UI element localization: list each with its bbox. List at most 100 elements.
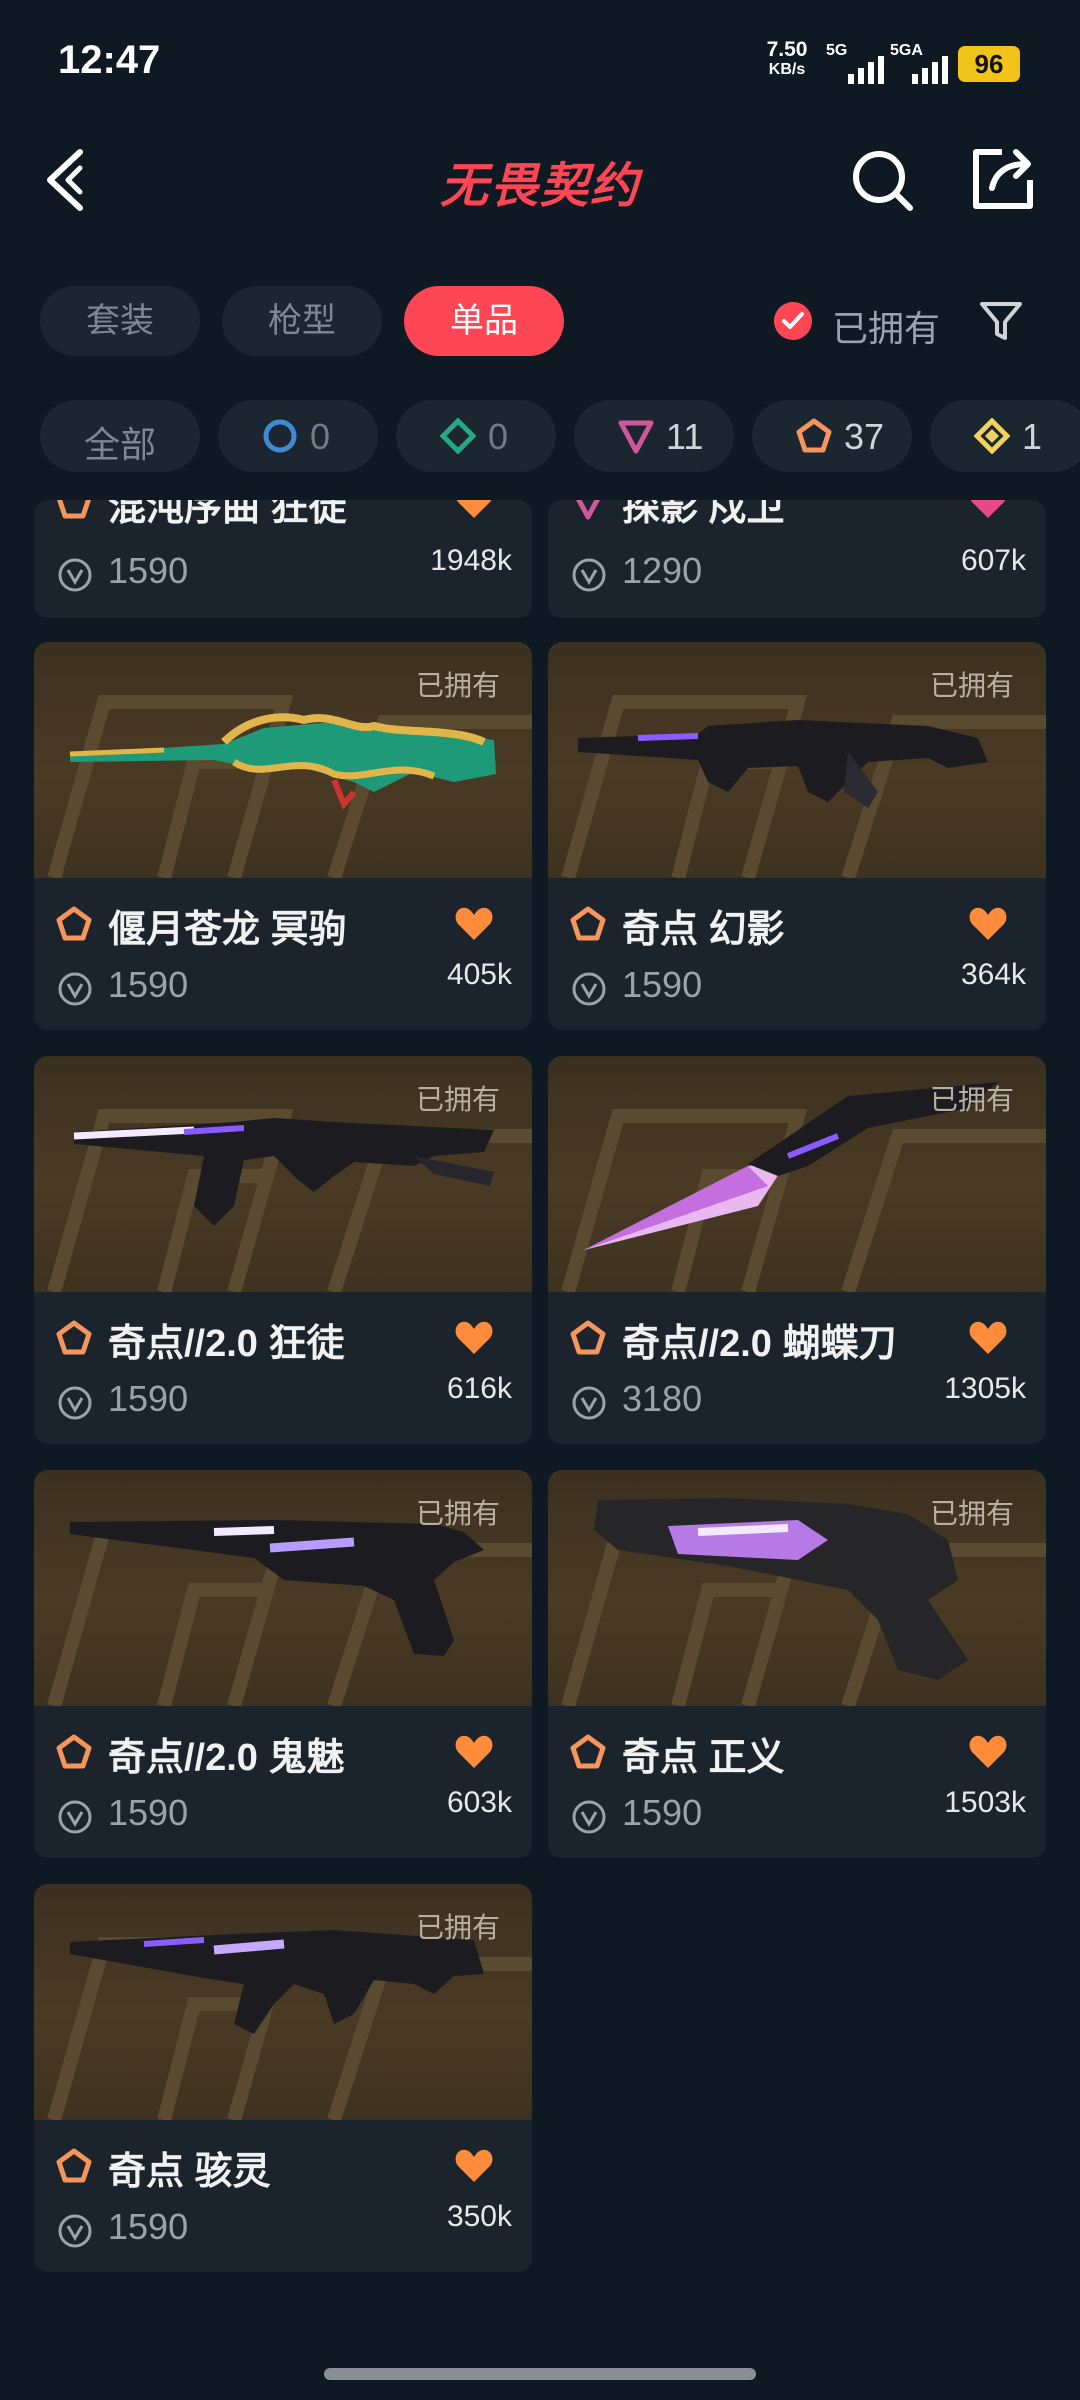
valorant-points-icon	[58, 1800, 92, 1834]
owned-badge: 已拥有	[929, 1084, 1014, 1115]
item-card[interactable]: 探影 戍卫 1290 607k	[548, 500, 1046, 618]
chip-count: 1	[1022, 416, 1043, 457]
chip-count: 0	[488, 416, 509, 457]
item-card[interactable]: 已拥有 奇点 正义 1590 1503k	[548, 1470, 1046, 1858]
item-artwork: 已拥有	[34, 1470, 532, 1706]
valorant-points-icon	[58, 972, 92, 1006]
premium-tier-icon	[618, 420, 654, 454]
owned-badge: 已拥有	[929, 670, 1014, 701]
item-name: 奇点//2.0 鬼魅	[108, 1737, 345, 1779]
item-name: 奇点 幻影	[622, 909, 785, 951]
valorant-points-icon	[572, 1386, 606, 1420]
chip-all-label: 全部	[83, 424, 156, 465]
select-tier-icon	[263, 419, 297, 453]
item-card[interactable]: 已拥有 奇点 幻影 1590 364k	[548, 642, 1046, 1030]
item-likes: 616k	[446, 1372, 512, 1405]
item-grid: 混沌序曲 狂徒 1590 1948k 探影 戍卫 1290 607k 已拥有 偃…	[0, 500, 1080, 2300]
item-card[interactable]: 已拥有 奇点//2.0 鬼魅 1590 603k	[34, 1470, 532, 1858]
status-time: 12:47	[58, 38, 161, 82]
item-artwork: 已拥有	[548, 1056, 1046, 1292]
exclusive-tier-icon	[56, 1734, 92, 1769]
item-name: 奇点 骇灵	[108, 2151, 271, 2193]
item-price: 1290	[622, 550, 703, 591]
item-likes: 1305k	[944, 1372, 1026, 1405]
heart-icon[interactable]	[454, 906, 494, 942]
item-artwork: 已拥有	[34, 642, 532, 878]
tab-weapon-types[interactable]: 枪型	[222, 286, 382, 356]
item-price: 1590	[108, 2206, 189, 2247]
chip-count: 11	[666, 416, 704, 457]
heart-icon[interactable]	[454, 2148, 494, 2184]
home-indicator[interactable]	[324, 2368, 756, 2380]
exclusive-tier-icon	[57, 500, 91, 519]
owned-badge: 已拥有	[415, 670, 500, 701]
heart-icon[interactable]	[454, 1320, 494, 1356]
chip-premium-tier[interactable]: 11	[574, 400, 734, 472]
chip-ultra-tier[interactable]: 1	[930, 400, 1080, 472]
item-name: 奇点 正义	[622, 1737, 785, 1779]
item-artwork: 已拥有	[34, 1884, 532, 2120]
item-price: 1590	[108, 550, 189, 591]
owned-filter-label: 已拥有	[832, 308, 941, 349]
item-price: 1590	[622, 1792, 703, 1833]
deluxe-tier-icon	[440, 418, 476, 454]
chip-deluxe-tier[interactable]: 0	[396, 400, 556, 472]
item-likes: 603k	[446, 1786, 512, 1819]
signal-bars-icon	[848, 56, 884, 84]
valorant-points-icon	[572, 972, 606, 1006]
item-price: 1590	[108, 964, 189, 1005]
item-card[interactable]: 已拥有 奇点//2.0 蝴蝶刀 3180 1305k	[548, 1056, 1046, 1444]
item-card[interactable]: 已拥有 偃月苍龙 冥驹 1590 405k	[34, 642, 532, 1030]
tab-single-items[interactable]: 单品	[404, 286, 564, 356]
exclusive-tier-icon	[570, 1320, 606, 1355]
search-icon[interactable]	[848, 146, 918, 216]
item-likes: 350k	[446, 2200, 512, 2233]
item-likes: 405k	[446, 958, 512, 991]
chip-select-tier[interactable]: 0	[218, 400, 378, 472]
signal-bars-icon	[912, 56, 948, 84]
heart-icon[interactable]	[454, 1734, 494, 1770]
exclusive-tier-icon	[56, 906, 92, 941]
app-header: 无畏契约	[0, 120, 1080, 240]
item-name: 偃月苍龙 冥驹	[108, 909, 347, 951]
owned-badge: 已拥有	[415, 1084, 500, 1115]
valorant-points-icon	[572, 1800, 606, 1834]
item-name: 混沌序曲 狂徒	[108, 500, 347, 529]
network-speed: 7.50 KB/s	[760, 39, 814, 80]
exclusive-tier-icon	[56, 2148, 92, 2183]
valorant-points-icon	[572, 558, 606, 592]
item-artwork: 已拥有	[548, 1470, 1046, 1706]
item-price: 1590	[108, 1792, 189, 1833]
share-icon[interactable]	[968, 144, 1038, 214]
chip-count: 0	[310, 416, 331, 457]
item-price: 3180	[622, 1378, 703, 1419]
item-card[interactable]: 已拥有 奇点//2.0 狂徒 1590 616k	[34, 1056, 532, 1444]
chip-all[interactable]: 全部	[40, 400, 200, 472]
heart-icon[interactable]	[968, 1320, 1008, 1356]
heart-icon[interactable]	[968, 1734, 1008, 1770]
status-bar: 12:47 7.50 KB/s 5G 5GA 96	[0, 0, 1080, 120]
valorant-points-icon	[58, 2214, 92, 2248]
heart-icon[interactable]	[454, 500, 494, 520]
sim1-label: 5G	[826, 42, 848, 59]
chip-exclusive-tier[interactable]: 37	[752, 400, 912, 472]
network-speed-unit: KB/s	[768, 61, 806, 78]
owned-badge: 已拥有	[415, 1912, 500, 1943]
ultra-tier-icon	[974, 418, 1010, 454]
filter-funnel-icon[interactable]	[978, 298, 1024, 344]
exclusive-tier-icon	[796, 418, 832, 453]
tier-chips-row: 全部 0 0 11 37 1	[0, 400, 1080, 476]
tab-suits[interactable]: 套装	[40, 286, 200, 356]
item-name: 探影 戍卫	[622, 500, 785, 529]
item-name: 奇点//2.0 蝴蝶刀	[622, 1323, 897, 1365]
item-card[interactable]: 混沌序曲 狂徒 1590 1948k	[34, 500, 532, 618]
exclusive-tier-icon	[570, 1734, 606, 1769]
owned-badge: 已拥有	[929, 1498, 1014, 1529]
heart-icon[interactable]	[968, 500, 1008, 520]
checkmark-icon	[774, 302, 812, 340]
chip-count: 37	[844, 416, 885, 457]
back-arrow-icon[interactable]	[40, 142, 110, 218]
heart-icon[interactable]	[968, 906, 1008, 942]
item-card[interactable]: 已拥有 奇点 骇灵 1590 350k	[34, 1884, 532, 2272]
item-likes: 1503k	[944, 1786, 1026, 1819]
